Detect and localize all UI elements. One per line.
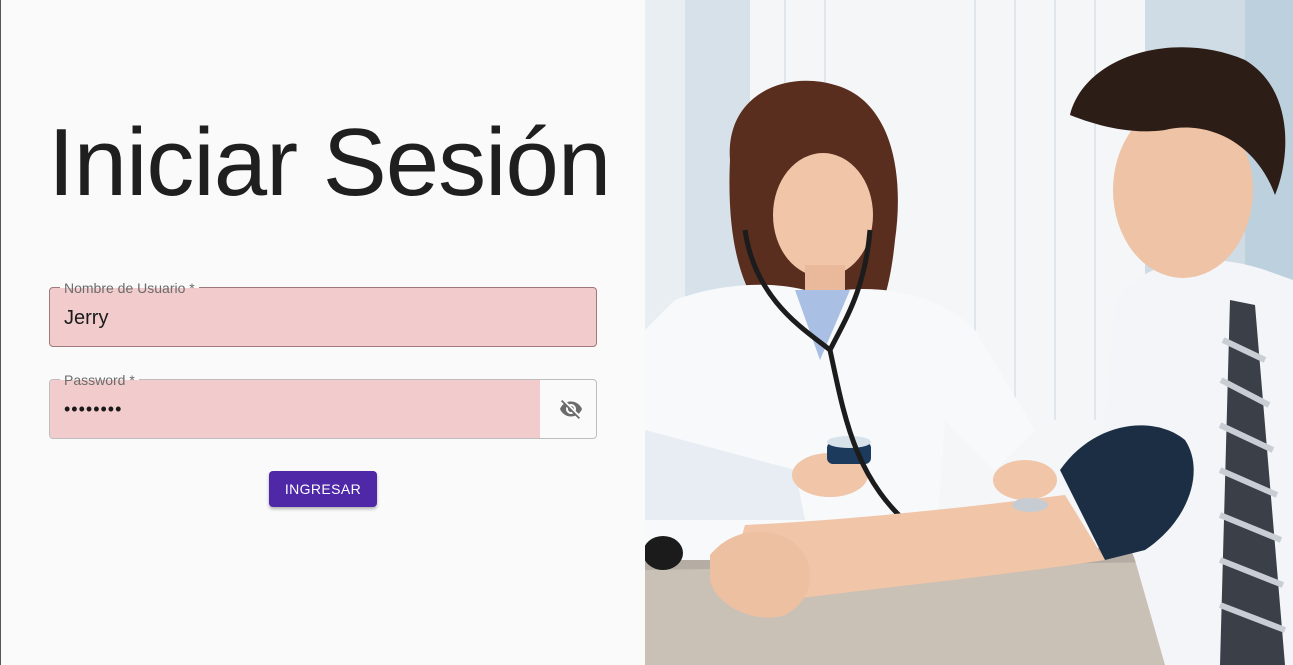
password-field[interactable]: Password * •••••••• bbox=[49, 372, 597, 439]
username-input[interactable]: Jerry bbox=[64, 306, 108, 330]
username-field[interactable]: Nombre de Usuario * Jerry bbox=[49, 280, 597, 347]
password-autofill-bg bbox=[50, 380, 540, 438]
login-submit-button[interactable]: INGRESAR bbox=[269, 471, 377, 507]
hero-photo bbox=[645, 0, 1293, 665]
doctor-patient-illustration bbox=[645, 0, 1293, 665]
login-panel: Iniciar Sesión Nombre de Usuario * Jerry… bbox=[0, 0, 645, 665]
toggle-password-visibility-button[interactable] bbox=[556, 394, 586, 424]
password-input[interactable]: •••••••• bbox=[64, 397, 122, 421]
eye-off-icon bbox=[560, 400, 582, 419]
password-label: Password * bbox=[60, 372, 139, 388]
login-page: Iniciar Sesión Nombre de Usuario * Jerry… bbox=[0, 0, 1293, 665]
page-title: Iniciar Sesión bbox=[48, 109, 611, 216]
username-label: Nombre de Usuario * bbox=[60, 280, 199, 296]
